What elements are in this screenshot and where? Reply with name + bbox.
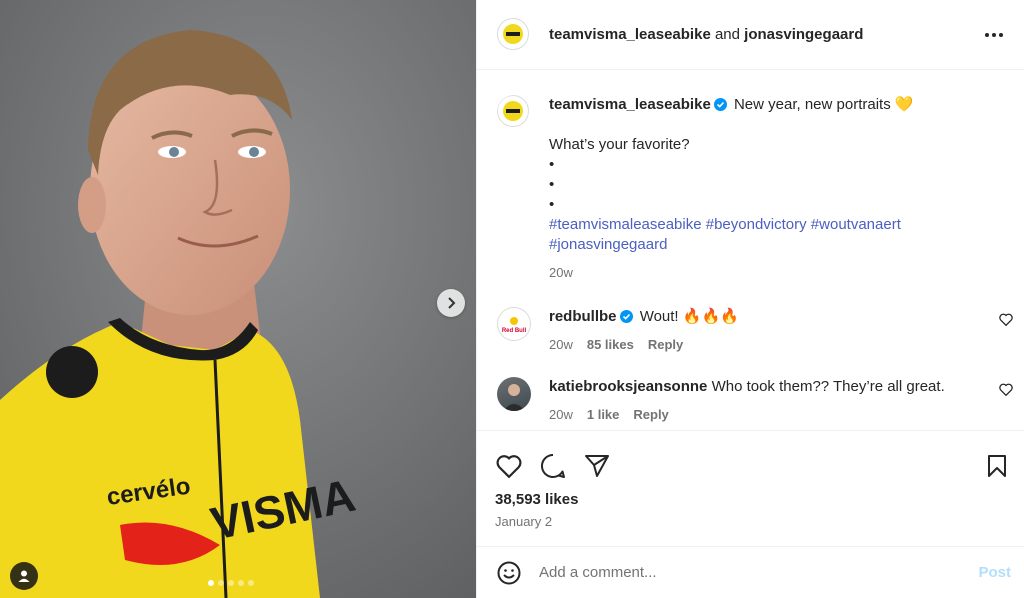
heart-icon <box>496 455 522 478</box>
team-logo-icon <box>503 101 523 121</box>
heart-icon <box>999 383 1013 397</box>
verified-badge-icon <box>713 98 727 111</box>
caption-question: What’s your favorite? <box>549 136 690 153</box>
comment-avatar[interactable] <box>497 377 531 411</box>
redbull-logo-text: Red Bull <box>502 328 527 334</box>
caption-bullet: • <box>549 196 555 213</box>
caption-text: New year, new portraits <box>733 96 891 113</box>
comment-avatar[interactable]: Red Bull <box>497 307 531 341</box>
save-button[interactable] <box>983 452 1011 480</box>
caption-avatar[interactable] <box>497 95 531 129</box>
post-media[interactable]: VISMA cervélo <box>0 0 476 598</box>
send-icon <box>585 455 609 477</box>
comment-input[interactable] <box>539 564 979 581</box>
comment-text: Wout! 🔥🔥🔥 <box>639 308 739 325</box>
carousel-indicator <box>208 580 254 586</box>
reply-button[interactable]: Reply <box>648 335 683 355</box>
comment-button[interactable] <box>539 452 567 480</box>
yellow-heart-icon: 💛 <box>894 96 914 113</box>
comment-likes[interactable]: 1 like <box>587 405 620 425</box>
chevron-right-icon <box>448 297 456 309</box>
caption-username[interactable]: teamvisma_leaseabike <box>549 96 711 113</box>
comment-timestamp[interactable]: 20w <box>549 405 573 425</box>
redbull-logo-icon: Red Bull <box>502 317 527 334</box>
like-comment-button[interactable] <box>999 383 1013 401</box>
comments-section[interactable]: teamvisma_leaseabike New year, new portr… <box>477 71 1024 430</box>
like-button[interactable] <box>495 452 523 480</box>
post-caption: teamvisma_leaseabike New year, new portr… <box>477 71 1024 283</box>
comment-composer: Post <box>477 546 1024 598</box>
comment-item: katiebrooksjeansonne Who took them?? The… <box>477 355 1024 425</box>
share-button[interactable] <box>583 452 611 480</box>
carousel-dot <box>208 580 214 586</box>
caption-hashtags[interactable]: #jonasvingegaard <box>549 235 1007 255</box>
comment-timestamp[interactable]: 20w <box>549 335 573 355</box>
post-comment-button[interactable]: Post <box>978 564 1011 581</box>
comment-item: Red Bull redbullbe Wout! 🔥🔥🔥 20w 85 like… <box>477 283 1024 355</box>
smiley-icon <box>497 561 521 584</box>
portrait-photo: VISMA cervélo <box>0 0 476 598</box>
tagged-users-button[interactable] <box>10 562 38 590</box>
post-authors: teamvisma_leaseabike and jonasvingegaard <box>549 26 982 43</box>
post-actions: 38,593 likes January 2 <box>477 430 1024 546</box>
next-image-button[interactable] <box>437 289 465 317</box>
comment-text: Who took them?? They’re all great. <box>711 378 945 395</box>
verified-badge-icon <box>619 310 633 323</box>
carousel-dot <box>228 580 234 586</box>
post-date[interactable]: January 2 <box>477 514 1024 529</box>
carousel-dot <box>238 580 244 586</box>
carousel-dot <box>218 580 224 586</box>
like-comment-button[interactable] <box>999 313 1013 331</box>
header-avatar[interactable] <box>497 17 531 52</box>
author-link-team[interactable]: teamvisma_leaseabike <box>549 26 711 43</box>
heart-icon <box>999 313 1013 327</box>
caption-hashtags[interactable]: #teamvismaleaseabike #beyondvictory #wou… <box>549 215 1007 235</box>
author-conjunction: and <box>714 26 740 43</box>
user-photo-icon <box>503 384 525 411</box>
comment-icon <box>541 453 565 478</box>
comment-likes[interactable]: 85 likes <box>587 335 634 355</box>
team-logo-icon <box>503 23 523 44</box>
comment-username[interactable]: katiebrooksjeansonne <box>549 378 707 395</box>
bookmark-icon <box>988 455 1006 477</box>
post-details-panel: teamvisma_leaseabike and jonasvingegaard… <box>476 0 1024 598</box>
caption-timestamp[interactable]: 20w <box>549 263 573 283</box>
caption-bullet: • <box>549 156 555 173</box>
carousel-dot <box>248 580 254 586</box>
like-count[interactable]: 38,593 likes <box>477 491 1024 508</box>
comment-username[interactable]: redbullbe <box>549 308 617 325</box>
post-header: teamvisma_leaseabike and jonasvingegaard <box>477 0 1024 70</box>
reply-button[interactable]: Reply <box>633 405 668 425</box>
more-options-button[interactable] <box>982 23 1006 47</box>
author-link-rider[interactable]: jonasvingegaard <box>744 26 863 43</box>
emoji-button[interactable] <box>495 559 523 587</box>
more-horizontal-icon <box>985 32 1003 37</box>
user-tag-icon <box>18 570 30 582</box>
caption-bullet: • <box>549 176 555 193</box>
